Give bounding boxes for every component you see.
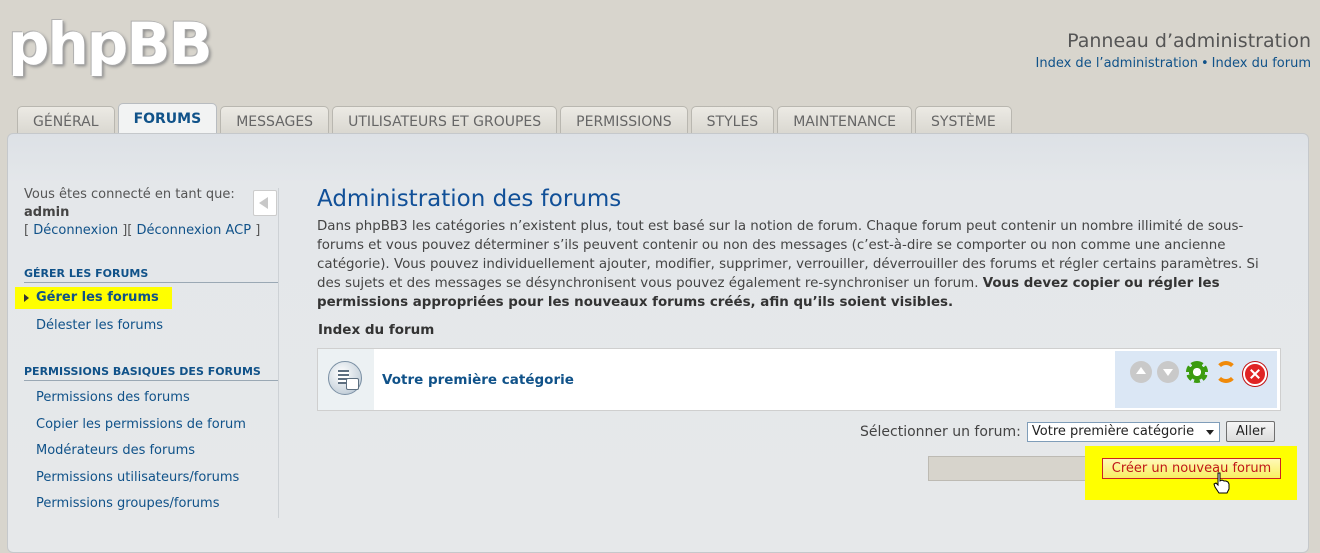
tab-messages[interactable]: MESSAGES [220,106,330,134]
menu-item-forum-permissions[interactable]: Permissions des forums [36,390,190,405]
logout-acp-link[interactable]: Déconnexion ACP [137,223,252,238]
forum-index-heading: Index du forum [318,322,435,338]
tab-maintenance[interactable]: MAINTENANCE [777,106,913,134]
settings-gear-icon[interactable] [1186,361,1208,383]
collapse-sidebar-button[interactable] [253,190,277,216]
menu-heading-forum-permissions: PERMISSIONS BASIQUES DES FORUMS [24,365,278,381]
menu-item-user-forum-permissions[interactable]: Permissions utilisateurs/forums [36,470,239,485]
link-separator: • [1201,56,1209,71]
forum-table: Votre première catégorie [317,348,1281,411]
folder-cell [318,349,374,410]
move-up-icon[interactable] [1130,361,1152,383]
menu-item-moderators[interactable]: Modérateurs des forums [36,443,195,458]
delete-icon[interactable] [1243,362,1267,386]
sidebar-divider [278,188,279,518]
username: admin [24,205,70,220]
actions-cell [1115,351,1277,408]
new-forum-name-input[interactable] [928,456,1088,481]
tab-styles[interactable]: STYLES [690,106,775,134]
forum-index-link[interactable]: Index du forum [1212,56,1311,71]
menu-item-prune-forums[interactable]: Délester les forums [36,318,163,333]
menu-item-manage-forums[interactable]: Gérer les forums [15,287,172,309]
tab-users-groups[interactable]: UTILISATEURS ET GROUPES [332,106,558,134]
logged-in-text: Vous êtes connecté en tant que: [24,187,235,202]
logout-link[interactable]: Déconnexion [33,223,118,238]
menu-item-group-forum-permissions[interactable]: Permissions groupes/forums [36,496,219,511]
acp-title: Panneau d’administration [1067,30,1311,52]
header-links: Index de l’administration • Index du forum [1036,56,1311,71]
move-down-icon[interactable] [1157,361,1179,383]
create-forum-button[interactable]: Créer un nouveau forum [1102,458,1281,479]
forum-select[interactable]: Votre première catégorie [1026,421,1220,442]
main-tabs: GÉNÉRAL FORUMS MESSAGES UTILISATEURS ET … [17,103,1012,136]
go-button[interactable]: Aller [1225,421,1276,442]
menu-item-label: Gérer les forums [36,290,159,305]
intro-text: Dans phpBB3 les catégories n’existent pl… [317,217,1285,312]
hand-cursor-icon [1213,472,1230,494]
phpbb-logo: phpBB [8,10,213,78]
login-info: Vous êtes connecté en tant que: admin [ … [24,186,278,240]
tab-permissions[interactable]: PERMISSIONS [560,106,688,134]
tab-forums[interactable]: FORUMS [117,103,218,134]
tab-system[interactable]: SYSTÈME [915,106,1012,134]
acp-index-link[interactable]: Index de l’administration [1036,56,1198,71]
tab-general[interactable]: GÉNÉRAL [17,106,115,134]
menu-item-copy-permissions[interactable]: Copier les permissions de forum [36,417,246,432]
select-forum-label: Sélectionner un forum: [860,423,1021,440]
menu-heading-manage-forums: GÉRER LES FORUMS [24,267,278,283]
page-title: Administration des forums [317,186,622,212]
forum-select-row: Sélectionner un forum: Votre première ca… [860,421,1276,442]
category-link[interactable]: Votre première catégorie [382,372,574,388]
resync-icon[interactable] [1215,361,1237,383]
category-folder-icon [328,361,362,395]
current-bullet-icon [24,294,29,302]
